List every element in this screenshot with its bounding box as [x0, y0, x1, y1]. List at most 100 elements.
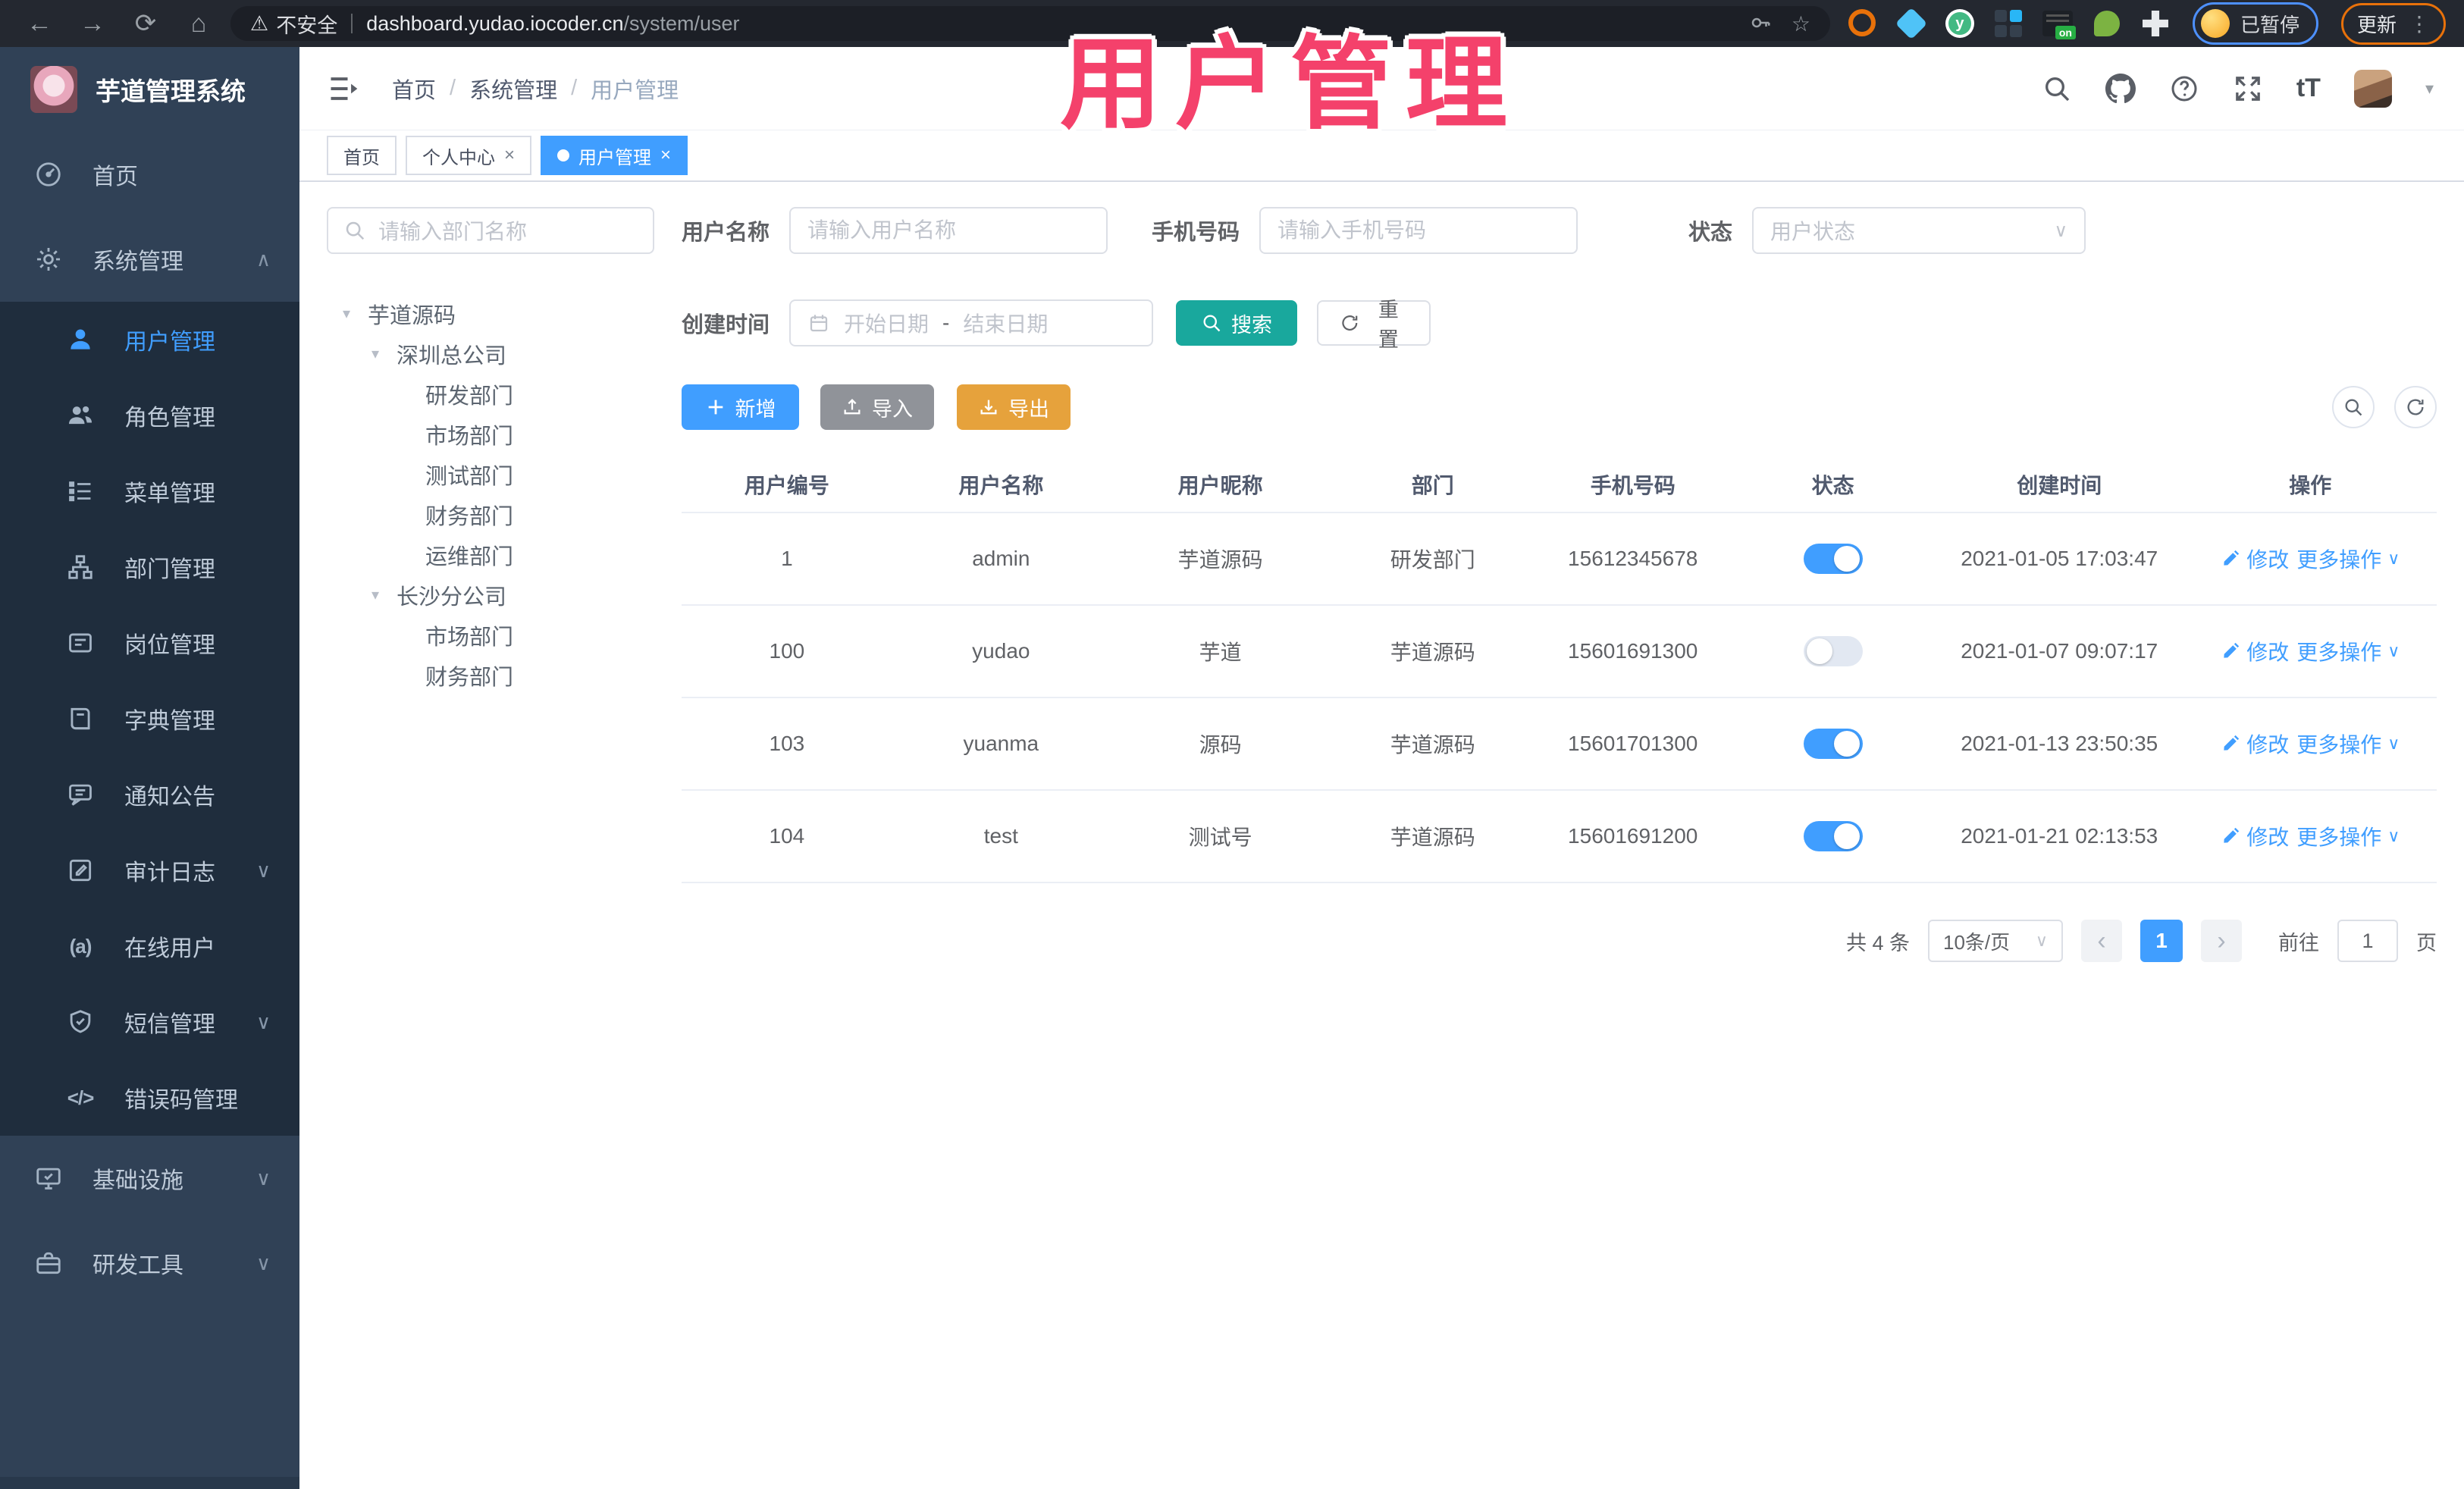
password-key-icon[interactable] [1749, 11, 1772, 34]
status-toggle[interactable] [1803, 636, 1863, 666]
hamburger-icon[interactable] [327, 72, 360, 105]
sidebar-item-infra[interactable]: 基础设施 ∨ [0, 1136, 299, 1221]
mobile-input[interactable] [1259, 207, 1578, 254]
more-actions-link[interactable]: 更多操作 ∨ [2296, 544, 2400, 574]
extension-list-icon[interactable]: on [2042, 11, 2076, 39]
tree-caret-icon[interactable]: ▾ [334, 304, 359, 323]
add-button[interactable]: 新增 [682, 384, 799, 430]
sidebar-item-users[interactable]: 用户管理 [0, 302, 299, 378]
sidebar-item-posts[interactable]: 岗位管理 [0, 605, 299, 681]
tab-close-icon[interactable]: × [504, 145, 515, 166]
date-range-picker[interactable]: 开始日期 - 结束日期 [789, 299, 1154, 346]
import-button[interactable]: 导入 [820, 384, 934, 430]
goto-page-input[interactable] [2337, 920, 2398, 962]
sidebar-item-devtools[interactable]: 研发工具 ∨ [0, 1221, 299, 1306]
reset-button[interactable]: 重置 [1317, 299, 1431, 351]
address-bar[interactable]: ⚠ 不安全 dashboard.yudao.iocoder.cn/system/… [230, 6, 1830, 41]
tree-node[interactable]: 财务部门 [327, 655, 654, 695]
tree-node[interactable]: ▾ 长沙分公司 [327, 575, 654, 615]
sidebar-item-auditlog[interactable]: 审计日志 ∨ [0, 832, 299, 908]
browser-profile-badge[interactable]: 已暂停 [2192, 2, 2318, 45]
security-label[interactable]: 不安全 [276, 9, 337, 39]
sidebar-item-sms[interactable]: 短信管理 ∨ [0, 984, 299, 1060]
users-table: 用户编号 用户名称 用户昵称 部门 手机号码 状态 创建时间 操作 1 admi… [682, 457, 2437, 883]
username-input[interactable] [789, 207, 1108, 254]
extension-orange-icon[interactable] [1848, 9, 1877, 38]
sidebar-item-roles[interactable]: 角色管理 [0, 378, 299, 453]
tab-user-management[interactable]: 用户管理 × [541, 136, 688, 175]
calendar-icon [810, 315, 828, 332]
sidebar-item-errorcode[interactable]: </> 错误码管理 [0, 1060, 299, 1136]
next-page-button[interactable]: › [2201, 920, 2242, 962]
sidebar-item-notice[interactable]: 通知公告 [0, 757, 299, 832]
extension-on-badge: on [2055, 26, 2076, 39]
filter-row-2: 创建时间 开始日期 - 结束日期 搜索 重置 [682, 299, 2437, 351]
extension-spy-icon[interactable] [2093, 9, 2121, 38]
browser-home-icon[interactable]: ⌂ [177, 9, 220, 39]
current-page-button[interactable]: 1 [2140, 920, 2183, 962]
status-select[interactable]: 用户状态 ∨ [1752, 207, 2086, 254]
tab-close-icon[interactable]: × [660, 145, 671, 166]
watermark-title: 用户管理 [1060, 28, 1522, 141]
dept-tree: ▾ 芋道源码 ▾ 深圳总公司 研发部门 市场部门 测试部门 财务部门 运维部门 ▾ 长… [327, 293, 654, 695]
browser-update-button[interactable]: 更新 ⋮ [2340, 2, 2446, 45]
export-button[interactable]: 导出 [957, 384, 1071, 430]
user-avatar[interactable] [2353, 69, 2392, 108]
breadcrumb-system[interactable]: 系统管理 [469, 73, 557, 105]
tab-home[interactable]: 首页 [327, 136, 397, 175]
edit-link[interactable]: 修改 [2221, 544, 2289, 574]
status-toggle[interactable] [1803, 544, 1863, 574]
search-icon[interactable] [2042, 74, 2072, 104]
table-row: 103 yuanma 源码 芋道源码 15601701300 2021-01-1… [682, 698, 2437, 791]
fullscreen-icon[interactable] [2233, 74, 2263, 104]
extension-grid-icon[interactable] [1994, 9, 2023, 38]
edit-link[interactable]: 修改 [2221, 636, 2289, 666]
tree-caret-icon[interactable]: ▾ [363, 585, 387, 604]
font-size-icon[interactable]: tT [2296, 74, 2321, 103]
bookmark-star-icon[interactable]: ☆ [1792, 11, 1810, 36]
search-button[interactable]: 搜索 [1176, 300, 1298, 346]
status-toggle[interactable] [1803, 729, 1863, 759]
tree-node[interactable]: 市场部门 [327, 414, 654, 454]
tree-node[interactable]: ▾ 芋道源码 [327, 293, 654, 334]
tree-node[interactable]: 市场部门 [327, 615, 654, 655]
edit-link[interactable]: 修改 [2221, 821, 2289, 851]
more-actions-link[interactable]: 更多操作 ∨ [2296, 729, 2400, 759]
tree-node[interactable]: 测试部门 [327, 454, 654, 494]
status-toggle[interactable] [1803, 821, 1863, 851]
sidebar-item-depts[interactable]: 部门管理 [0, 529, 299, 605]
tree-node[interactable]: 运维部门 [327, 534, 654, 575]
tab-profile[interactable]: 个人中心 × [406, 136, 532, 175]
more-actions-link[interactable]: 更多操作 ∨ [2296, 821, 2400, 851]
extension-puzzle-icon[interactable] [2141, 9, 2170, 38]
tree-node[interactable]: 财务部门 [327, 494, 654, 534]
browser-forward-icon[interactable]: → [71, 9, 114, 39]
page-size-select[interactable]: 10条/页 ∨ [1928, 920, 2063, 962]
online-users-icon: (a) [69, 934, 92, 958]
github-icon[interactable] [2105, 73, 2136, 104]
extension-gem-icon[interactable] [1895, 7, 1928, 40]
avatar-caret-icon[interactable]: ▾ [2425, 79, 2434, 99]
prev-page-button[interactable]: ‹ [2081, 920, 2122, 962]
more-actions-link[interactable]: 更多操作 ∨ [2296, 636, 2400, 666]
tree-node[interactable]: 研发部门 [327, 374, 654, 414]
table-row: 104 test 测试号 芋道源码 15601691200 2021-01-21… [682, 791, 2437, 883]
dept-search-box[interactable]: 请输入部门名称 [327, 207, 654, 254]
browser-menu-icon[interactable]: ⋮ [2409, 11, 2430, 36]
breadcrumb-home[interactable]: 首页 [392, 73, 436, 105]
tree-caret-icon[interactable]: ▾ [363, 344, 387, 363]
edit-link[interactable]: 修改 [2221, 729, 2289, 759]
extension-vue-icon[interactable]: y [1945, 9, 1974, 38]
toggle-search-button[interactable] [2332, 386, 2375, 428]
help-icon[interactable] [2169, 74, 2199, 104]
sidebar-item-online-users[interactable]: (a) 在线用户 [0, 908, 299, 984]
total-count: 共 4 条 [1845, 931, 1910, 955]
sidebar-item-home[interactable]: 首页 [0, 132, 299, 217]
tree-node[interactable]: ▾ 深圳总公司 [327, 334, 654, 374]
browser-reload-icon[interactable]: ⟳ [124, 8, 167, 39]
sidebar-item-menus[interactable]: 菜单管理 [0, 453, 299, 529]
sidebar-item-system[interactable]: 系统管理 ∧ [0, 217, 299, 302]
sidebar-item-dict[interactable]: 字典管理 [0, 681, 299, 757]
browser-back-icon[interactable]: ← [18, 9, 61, 39]
refresh-table-button[interactable] [2394, 386, 2437, 428]
